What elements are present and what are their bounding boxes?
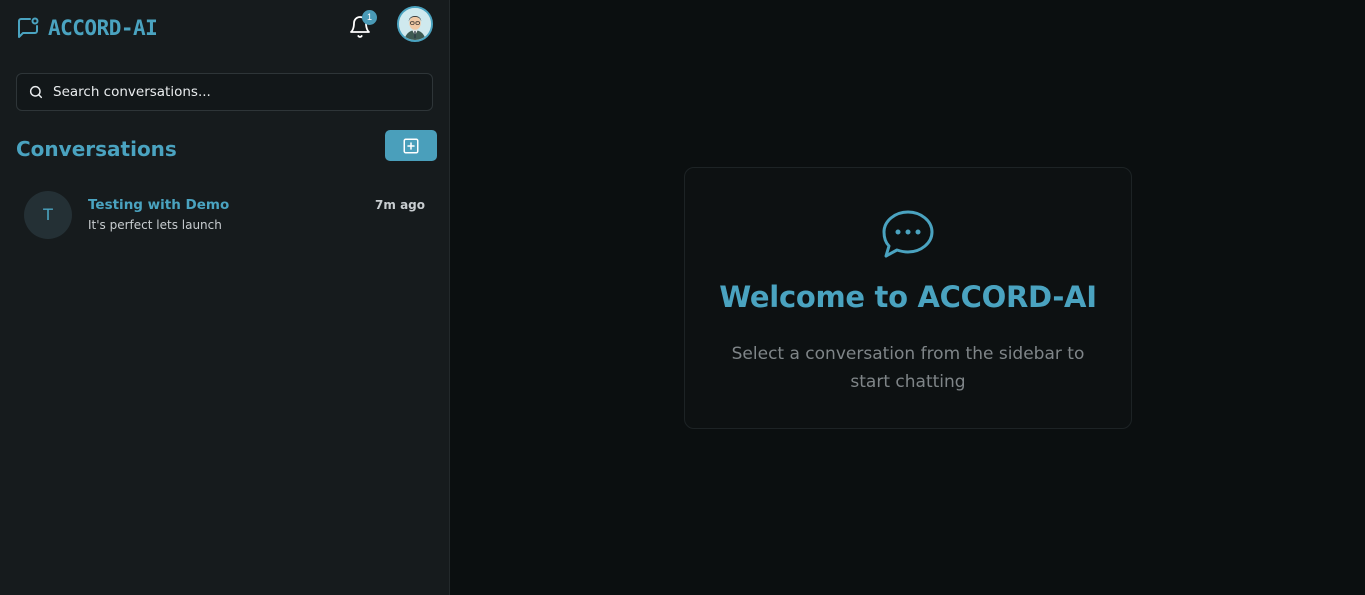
main-panel: Welcome to ACCORD-AI Select a conversati… <box>451 0 1365 595</box>
conversation-item[interactable]: T Testing with Demo 7m ago It's perfect … <box>16 184 434 246</box>
search-box[interactable] <box>16 73 433 111</box>
message-icon <box>18 17 39 38</box>
conversation-time: 7m ago <box>375 198 425 212</box>
brand-name: ACCORD-AI <box>48 16 158 40</box>
user-avatar[interactable] <box>397 6 433 42</box>
welcome-title: Welcome to ACCORD-AI <box>719 280 1097 314</box>
new-conversation-button[interactable] <box>385 130 437 161</box>
search-input[interactable] <box>53 84 423 100</box>
brand[interactable]: ACCORD-AI <box>16 16 158 40</box>
conversation-name: Testing with Demo <box>88 197 230 213</box>
search-icon <box>29 85 43 99</box>
notification-badge: 1 <box>362 10 377 25</box>
conversation-preview: It's perfect lets launch <box>88 218 222 232</box>
sidebar: ACCORD-AI 1 Conversations <box>0 0 450 595</box>
welcome-card: Welcome to ACCORD-AI Select a conversati… <box>684 167 1132 429</box>
welcome-subtitle: Select a conversation from the sidebar t… <box>731 344 1085 392</box>
notifications-button[interactable]: 1 <box>348 10 377 42</box>
chat-bubble-icon <box>882 210 934 258</box>
plus-square-icon <box>403 138 419 153</box>
conversation-avatar: T <box>24 191 72 239</box>
conversations-title: Conversations <box>16 137 177 161</box>
avatar-image <box>399 8 431 40</box>
